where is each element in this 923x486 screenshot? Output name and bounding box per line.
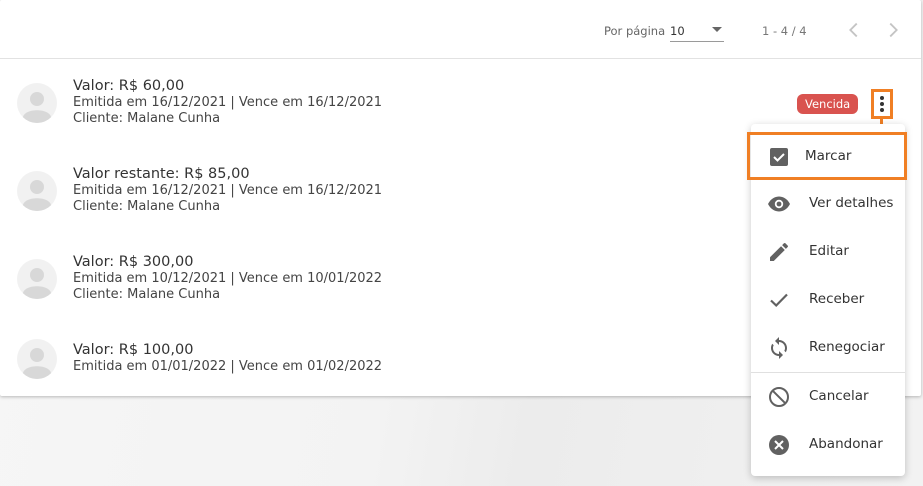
menu-item-label: Editar (809, 243, 849, 259)
item-text: Valor restante: R$ 85,00 Emitida em 16/1… (73, 166, 382, 215)
item-text: Valor: R$ 100,00 Emitida em 01/01/2022 |… (73, 342, 382, 375)
caret-down-icon (712, 27, 722, 32)
person-icon (23, 180, 51, 211)
next-page-button[interactable] (882, 19, 904, 41)
check-icon (767, 288, 791, 312)
menu-item-marcar[interactable]: Marcar (747, 132, 907, 180)
item-amount: Valor: R$ 100,00 (73, 342, 194, 358)
status-badge: Vencida (797, 94, 859, 114)
per-page-label: Por página (604, 24, 666, 38)
pencil-icon (767, 240, 791, 264)
menu-item-label: Renegociar (809, 339, 885, 355)
per-page-select[interactable]: 10 (670, 18, 724, 42)
item-amount: Valor: R$ 60,00 (73, 78, 185, 94)
previous-page-button[interactable] (843, 19, 865, 41)
chevron-right-icon (889, 22, 898, 38)
item-dates: Emitida em 16/12/2021 | Vence em 16/12/2… (73, 183, 383, 198)
chevron-left-icon (849, 22, 858, 38)
menu-item-label: Ver detalhes (809, 195, 894, 211)
item-client: Cliente: Malane Cunha (73, 287, 221, 302)
avatar (17, 83, 57, 123)
item-text: Valor: R$ 60,00 Emitida em 16/12/2021 | … (73, 78, 382, 127)
avatar (17, 171, 57, 211)
actions-menu: Marcar Ver detalhes Editar Receber Reneg… (747, 124, 907, 476)
menu-item-label: Marcar (805, 148, 852, 164)
page-range-label: 1 - 4 / 4 (762, 24, 807, 38)
person-icon (23, 268, 51, 299)
item-client: Cliente: Malane Cunha (73, 199, 221, 214)
avatar (17, 259, 57, 299)
menu-item-renegociar[interactable]: Renegociar (751, 324, 905, 372)
menu-item-editar[interactable]: Editar (751, 228, 905, 276)
sync-icon (767, 336, 791, 360)
person-icon (23, 348, 51, 379)
menu-item-cancelar[interactable]: Cancelar (751, 373, 905, 421)
block-icon (767, 385, 791, 409)
more-actions-button[interactable] (871, 89, 893, 119)
menu-item-abandonar[interactable]: Abandonar (751, 421, 905, 469)
cancel-circle-icon (767, 433, 791, 457)
per-page-value: 10 (670, 24, 685, 38)
item-amount: Valor: R$ 300,00 (73, 254, 194, 270)
menu-item-ver-detalhes[interactable]: Ver detalhes (751, 180, 905, 228)
menu-item-receber[interactable]: Receber (751, 276, 905, 324)
item-text: Valor: R$ 300,00 Emitida em 10/12/2021 |… (73, 254, 382, 303)
avatar (17, 339, 57, 379)
item-dates: Emitida em 16/12/2021 | Vence em 16/12/2… (73, 95, 383, 110)
item-dates: Emitida em 01/01/2022 | Vence em 01/02/2… (73, 359, 383, 374)
menu-item-label: Cancelar (809, 388, 869, 404)
item-amount: Valor restante: R$ 85,00 (73, 166, 250, 182)
menu-item-label: Abandonar (809, 436, 883, 452)
checkbox-checked-icon (767, 145, 791, 169)
pagination-bar: Por página 10 1 - 4 / 4 (0, 0, 921, 59)
item-dates: Emitida em 10/12/2021 | Vence em 10/01/2… (73, 271, 383, 286)
menu-item-label: Receber (809, 291, 865, 307)
item-client: Cliente: Malane Cunha (73, 111, 221, 126)
person-icon (23, 92, 51, 123)
eye-icon (767, 192, 791, 216)
